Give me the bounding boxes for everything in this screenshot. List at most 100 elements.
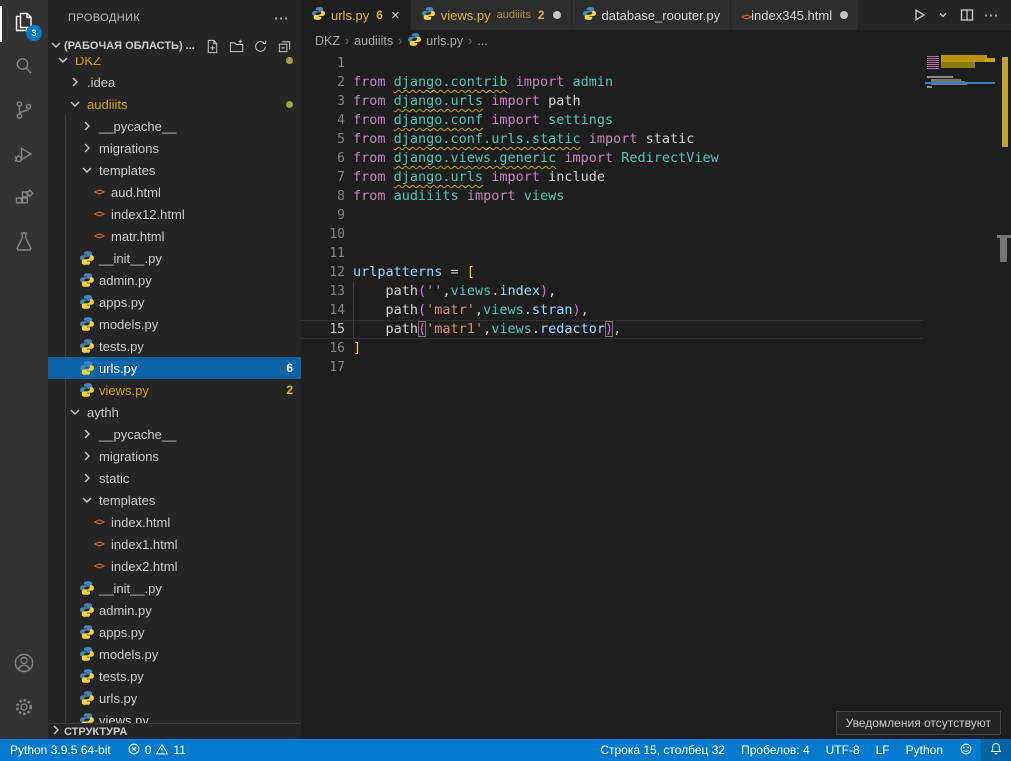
- tree-item-index.html[interactable]: <>index.html: [48, 511, 301, 533]
- tab-database_roouter.py[interactable]: database_roouter.py: [572, 0, 732, 30]
- status-python-interpreter[interactable]: Python 3.9.5 64-bit: [0, 739, 119, 761]
- tree-item-__pycache__[interactable]: __pycache__: [48, 115, 301, 137]
- tree-item-migrations[interactable]: migrations: [48, 445, 301, 467]
- tab-views.py[interactable]: views.pyaudiiits2: [411, 0, 572, 30]
- collapse-all-icon[interactable]: [275, 37, 293, 55]
- tree-item-templates[interactable]: templates: [48, 489, 301, 511]
- code-line-13[interactable]: 13 path('',views.index),: [301, 282, 923, 301]
- code-line-5[interactable]: 5from django.conf.urls.static import sta…: [301, 130, 923, 149]
- code-line-8[interactable]: 8from audiiits import views: [301, 187, 923, 206]
- tree-item-matr.html[interactable]: <>matr.html: [48, 225, 301, 247]
- minimap-mark: [941, 55, 987, 62]
- code-line-9[interactable]: 9: [301, 206, 923, 225]
- new-file-icon[interactable]: [203, 37, 221, 55]
- chevron-right-icon: [78, 117, 96, 135]
- chevron-down-icon: [54, 57, 72, 69]
- tree-item-tests.py[interactable]: tests.py: [48, 665, 301, 687]
- status-indentation[interactable]: Пробелов: 4: [733, 739, 818, 761]
- activity-item-settings[interactable]: [0, 687, 48, 731]
- code-line-7[interactable]: 7from django.urls import include: [301, 168, 923, 187]
- minimap[interactable]: [925, 52, 997, 739]
- status-encoding[interactable]: UTF-8: [818, 739, 868, 761]
- activity-item-extensions[interactable]: [0, 178, 48, 222]
- code-line-17[interactable]: 17: [301, 358, 923, 377]
- tree-item-urls.py[interactable]: urls.py: [48, 687, 301, 709]
- tree-item-index2.html[interactable]: <>index2.html: [48, 555, 301, 577]
- code-line-6[interactable]: 6from django.views.generic import Redire…: [301, 149, 923, 168]
- more-actions-icon[interactable]: ⋯: [981, 4, 1001, 26]
- tree-item-urls.py[interactable]: urls.py6: [48, 357, 301, 379]
- status-language-mode[interactable]: Python: [898, 739, 951, 761]
- tree-item-aud.html[interactable]: <>aud.html: [48, 181, 301, 203]
- status-cursor-position[interactable]: Строка 15, столбец 32: [592, 739, 733, 761]
- code-line-11[interactable]: 11: [301, 244, 923, 263]
- breadcrumb-item-DKZ[interactable]: DKZ: [315, 34, 340, 48]
- activity-item-testing[interactable]: [0, 222, 48, 266]
- activity-item-run-debug[interactable]: [0, 134, 48, 178]
- tree-item-apps.py[interactable]: apps.py: [48, 291, 301, 313]
- search-icon: [12, 54, 36, 83]
- refresh-icon[interactable]: [251, 37, 269, 55]
- tree-item-apps.py[interactable]: apps.py: [48, 621, 301, 643]
- tree-item-__pycache__[interactable]: __pycache__: [48, 423, 301, 445]
- close-icon[interactable]: ×: [391, 8, 400, 23]
- scrollbar[interactable]: [997, 52, 1011, 739]
- tree-item-__init__.py[interactable]: __init__.py: [48, 577, 301, 599]
- activity-item-explorer[interactable]: 3: [0, 2, 48, 46]
- tree-item-views.py[interactable]: views.py: [48, 709, 301, 723]
- code-line-12[interactable]: 12urlpatterns = [: [301, 263, 923, 282]
- tree-item-label: aud.html: [111, 185, 161, 200]
- code-line-1[interactable]: 1: [301, 54, 923, 73]
- tree-item-audiiits[interactable]: audiiits: [48, 93, 301, 115]
- tab-label: database_roouter.py: [602, 8, 721, 23]
- status-eol[interactable]: LF: [868, 739, 898, 761]
- tree-item-admin.py[interactable]: admin.py: [48, 599, 301, 621]
- code-line-16[interactable]: 16]: [301, 339, 923, 358]
- tree-item-models.py[interactable]: models.py: [48, 643, 301, 665]
- tree-item-.idea[interactable]: .idea: [48, 71, 301, 93]
- code-line-3[interactable]: 3from django.urls import path: [301, 92, 923, 111]
- activity-bar: 3: [0, 0, 48, 739]
- tab-index345.html[interactable]: <>index345.html: [731, 0, 859, 30]
- more-actions-icon[interactable]: ⋯: [274, 9, 289, 27]
- tree-item-__init__.py[interactable]: __init__.py: [48, 247, 301, 269]
- code-line-4[interactable]: 4from django.conf import settings: [301, 111, 923, 130]
- code-line-2[interactable]: 2from django.contrib import admin: [301, 73, 923, 92]
- breadcrumb-item-urls.py[interactable]: urls.py: [407, 32, 463, 50]
- py-file-icon: [78, 711, 96, 723]
- run-dropdown-button[interactable]: [933, 4, 953, 26]
- breadcrumb-label: ...: [477, 34, 487, 48]
- run-button[interactable]: [909, 4, 929, 26]
- breadcrumb-item-audiiits[interactable]: audiiits: [354, 34, 393, 48]
- tab-label: urls.py: [331, 8, 369, 23]
- status-problems[interactable]: 011: [119, 739, 194, 761]
- tab-label: views.py: [441, 8, 491, 23]
- tree-item-admin.py[interactable]: admin.py: [48, 269, 301, 291]
- tree-item-templates[interactable]: templates: [48, 159, 301, 181]
- status-notifications[interactable]: [981, 739, 1011, 761]
- tree-item-index12.html[interactable]: <>index12.html: [48, 203, 301, 225]
- code-line-15[interactable]: 15 path('matr1',views.redactor),: [301, 320, 923, 339]
- split-editor-button[interactable]: [957, 4, 977, 26]
- activity-item-account[interactable]: [0, 643, 48, 687]
- activity-item-search[interactable]: [0, 46, 48, 90]
- code-editor[interactable]: 12from django.contrib import admin3from …: [301, 52, 1011, 739]
- tree-item-models.py[interactable]: models.py: [48, 313, 301, 335]
- breadcrumb-item-...[interactable]: ...: [477, 34, 487, 48]
- activity-item-source-control[interactable]: [0, 90, 48, 134]
- tab-urls.py[interactable]: urls.py6×: [301, 0, 411, 30]
- tab-description: audiiits: [497, 9, 531, 21]
- new-folder-icon[interactable]: [227, 37, 245, 55]
- tree-item-DKZ[interactable]: DKZ: [48, 57, 301, 71]
- workspace-section-header[interactable]: (РАБОЧАЯ ОБЛАСТЬ) ...: [48, 35, 301, 57]
- tree-item-migrations[interactable]: migrations: [48, 137, 301, 159]
- tree-item-aythh[interactable]: aythh: [48, 401, 301, 423]
- tree-item-tests.py[interactable]: tests.py: [48, 335, 301, 357]
- tree-item-index1.html[interactable]: <>index1.html: [48, 533, 301, 555]
- status-feedback[interactable]: [951, 739, 981, 761]
- tree-item-views.py[interactable]: views.py2: [48, 379, 301, 401]
- tree-item-static[interactable]: static: [48, 467, 301, 489]
- outline-section-header[interactable]: СТРУКТУРА: [48, 723, 301, 739]
- code-line-14[interactable]: 14 path('matr',views.stran),: [301, 301, 923, 320]
- code-line-10[interactable]: 10: [301, 225, 923, 244]
